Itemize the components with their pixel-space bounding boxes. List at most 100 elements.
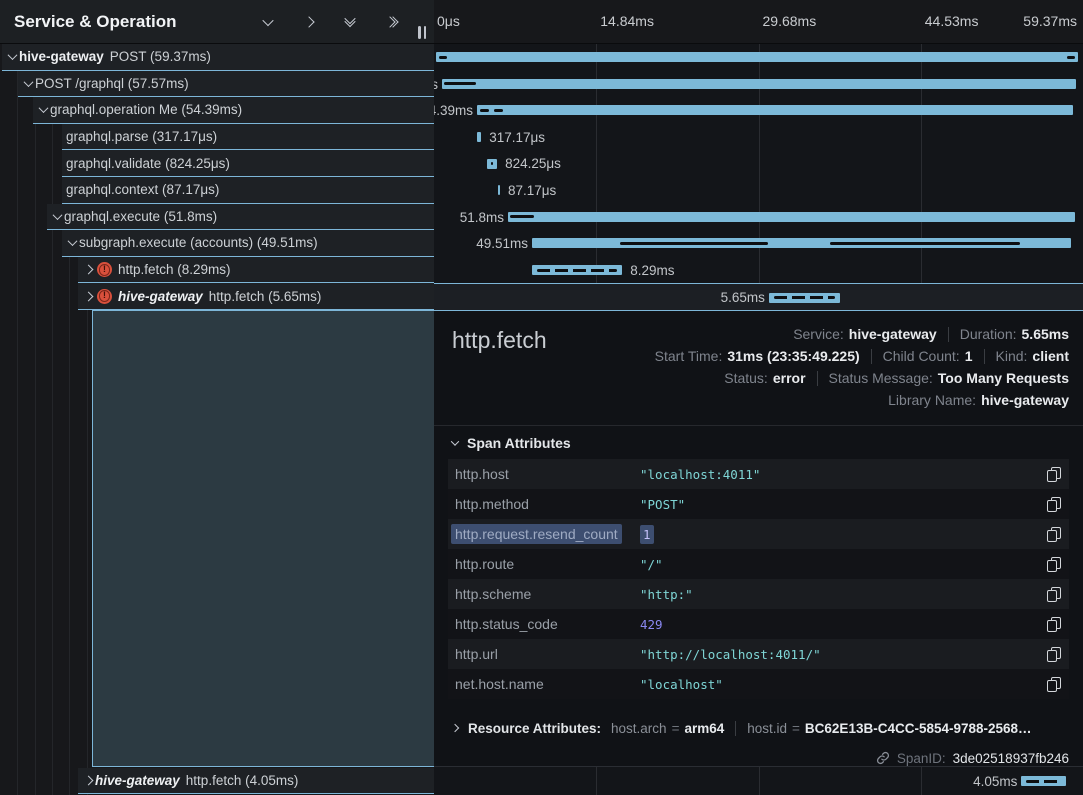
span-tree-row[interactable]: subgraph.execute (accounts) (49.51ms) — [62, 230, 434, 257]
meta-label: Duration: — [960, 326, 1017, 342]
resource-attributes-items: host.arch=arm64host.id=BC62E13B-C4CC-585… — [611, 721, 1032, 736]
error-icon: ! — [97, 289, 112, 304]
panel-resize-handle[interactable] — [418, 26, 426, 39]
span-tree-row[interactable]: graphql.execute (51.8ms) — [47, 204, 434, 231]
attribute-value: "http://localhost:4011/" — [640, 647, 1047, 662]
span-duration-label: 5.65ms — [721, 290, 765, 305]
attribute-row: http.url"http://localhost:4011/" — [448, 639, 1069, 669]
span-duration-label: 824.25μs — [505, 156, 561, 171]
chevron-down-icon[interactable] — [38, 104, 48, 114]
span-duration-bar[interactable] — [442, 79, 1076, 89]
collapse-row-icon[interactable] — [261, 15, 275, 29]
divider — [817, 371, 818, 386]
attribute-row: net.host.name"localhost" — [448, 669, 1069, 699]
divider — [735, 721, 736, 736]
copy-value-button[interactable] — [1047, 647, 1060, 662]
self-time-dash — [830, 242, 1020, 245]
resource-key: host.id — [747, 721, 787, 736]
timeline-row: 87.17μs — [434, 177, 1083, 204]
meta-value: client — [1032, 348, 1069, 364]
operation-label: graphql.operation Me (54.39ms) — [50, 102, 242, 117]
chevron-right-icon[interactable] — [83, 776, 93, 786]
span-duration-bar[interactable] — [508, 212, 1075, 222]
timeline-row: 54.39ms — [434, 97, 1083, 124]
span-tree-row[interactable]: !http.fetch (8.29ms) — [78, 257, 434, 284]
attribute-value: "localhost" — [640, 677, 1047, 692]
service-name: hive-gateway — [19, 49, 104, 64]
meta-value: 1 — [965, 348, 973, 364]
chevron-right-icon[interactable] — [83, 265, 93, 275]
span-duration-bar[interactable] — [498, 185, 500, 195]
span-title: http.fetch — [452, 327, 547, 354]
copy-value-button[interactable] — [1047, 527, 1060, 542]
meta-label: Library Name: — [888, 392, 976, 408]
span-duration-bar[interactable] — [436, 52, 1078, 62]
span-tree-panel: hive-gateway POST (59.37ms) POST /graphql … — [0, 0, 434, 795]
span-tree-row[interactable]: graphql.parse (317.17μs) — [62, 124, 434, 151]
span-duration-bar[interactable] — [1021, 776, 1066, 786]
span-tree-row[interactable]: hive-gateway POST (59.37ms) — [2, 44, 434, 71]
trace-viewer: 57.57ms54.39ms317.17μs824.25μs87.17μs51.… — [0, 0, 1083, 795]
span-attributes-header[interactable]: Span Attributes — [452, 435, 571, 451]
timeline-row: 4.05ms — [434, 768, 1083, 794]
resource-key: host.arch — [611, 721, 667, 736]
copy-value-button[interactable] — [1047, 617, 1060, 632]
tree-header-icons — [261, 15, 398, 29]
span-duration-label: 87.17μs — [508, 183, 556, 198]
chevron-down-icon[interactable] — [7, 50, 17, 60]
expand-all-icon[interactable] — [384, 15, 398, 29]
self-time-dash — [510, 215, 534, 218]
equals: = — [792, 721, 800, 736]
operation-label: subgraph.execute (accounts) (49.51ms) — [79, 235, 318, 250]
link-icon[interactable] — [876, 751, 890, 765]
copy-value-button[interactable] — [1047, 677, 1060, 692]
divider — [984, 349, 985, 364]
attribute-key: http.host — [448, 466, 640, 482]
span-id-row: SpanID: 3de02518937fb246 — [876, 747, 1069, 769]
span-tree-row[interactable]: graphql.validate (824.25μs) — [62, 150, 434, 177]
copy-value-button[interactable] — [1047, 587, 1060, 602]
indent-guide — [52, 44, 53, 795]
operation-label: http.fetch (8.29ms) — [118, 262, 231, 277]
span-id-value: 3de02518937fb246 — [953, 751, 1069, 766]
attribute-key: net.host.name — [448, 676, 640, 692]
meta-label: Status: — [724, 370, 768, 386]
meta-value: error — [773, 370, 806, 386]
span-duration-bar[interactable] — [477, 132, 481, 142]
copy-value-button[interactable] — [1047, 557, 1060, 572]
span-tree-row[interactable]: !hive-gatewayhttp.fetch (5.65ms) — [78, 283, 434, 310]
meta-value: Too Many Requests — [938, 370, 1069, 386]
operation-label: POST (59.37ms) — [110, 49, 211, 64]
span-duration-label: 8.29ms — [630, 263, 674, 278]
attribute-key: http.status_code — [448, 616, 640, 632]
divider — [948, 327, 949, 342]
chevron-right-icon[interactable] — [83, 291, 93, 301]
meta-value: 31ms (23:35:49.225) — [727, 348, 859, 364]
span-duration-bar[interactable] — [769, 293, 840, 303]
timeline-row: 8.29ms — [434, 257, 1083, 284]
chevron-down-icon[interactable] — [23, 77, 33, 87]
meta-label: Kind: — [996, 348, 1028, 364]
meta-value: hive-gateway — [849, 326, 937, 342]
timeline-row: 5.65ms — [434, 283, 1083, 310]
span-duration-label: 51.8ms — [460, 210, 504, 225]
chevron-down-icon[interactable] — [67, 237, 77, 247]
meta-line: Library Name:hive-gateway — [655, 389, 1069, 411]
chevron-down-icon[interactable] — [52, 210, 62, 220]
attribute-key: http.method — [448, 496, 640, 512]
copy-value-button[interactable] — [1047, 467, 1060, 482]
span-tree-row[interactable]: graphql.context (87.17μs) — [62, 177, 434, 204]
operation-label: graphql.parse (317.17μs) — [66, 129, 217, 144]
span-tree-row[interactable]: graphql.operation Me (54.39ms) — [33, 97, 434, 124]
span-duration-bar[interactable] — [477, 105, 1073, 115]
span-tree-row[interactable]: hive-gatewayhttp.fetch (4.05ms) — [78, 768, 434, 794]
span-tree-row[interactable]: POST /graphql (57.57ms) — [18, 71, 434, 98]
span-duration-bar[interactable] — [532, 265, 622, 275]
resource-attributes-row[interactable]: Resource Attributes: host.arch=arm64host… — [452, 715, 1069, 741]
collapse-all-icon[interactable] — [343, 15, 357, 29]
ruler-tick: 0μs — [437, 13, 460, 29]
attribute-key: http.request.resend_count — [448, 526, 640, 542]
attribute-key: http.scheme — [448, 586, 640, 602]
copy-value-button[interactable] — [1047, 497, 1060, 512]
expand-row-icon[interactable] — [302, 15, 316, 29]
